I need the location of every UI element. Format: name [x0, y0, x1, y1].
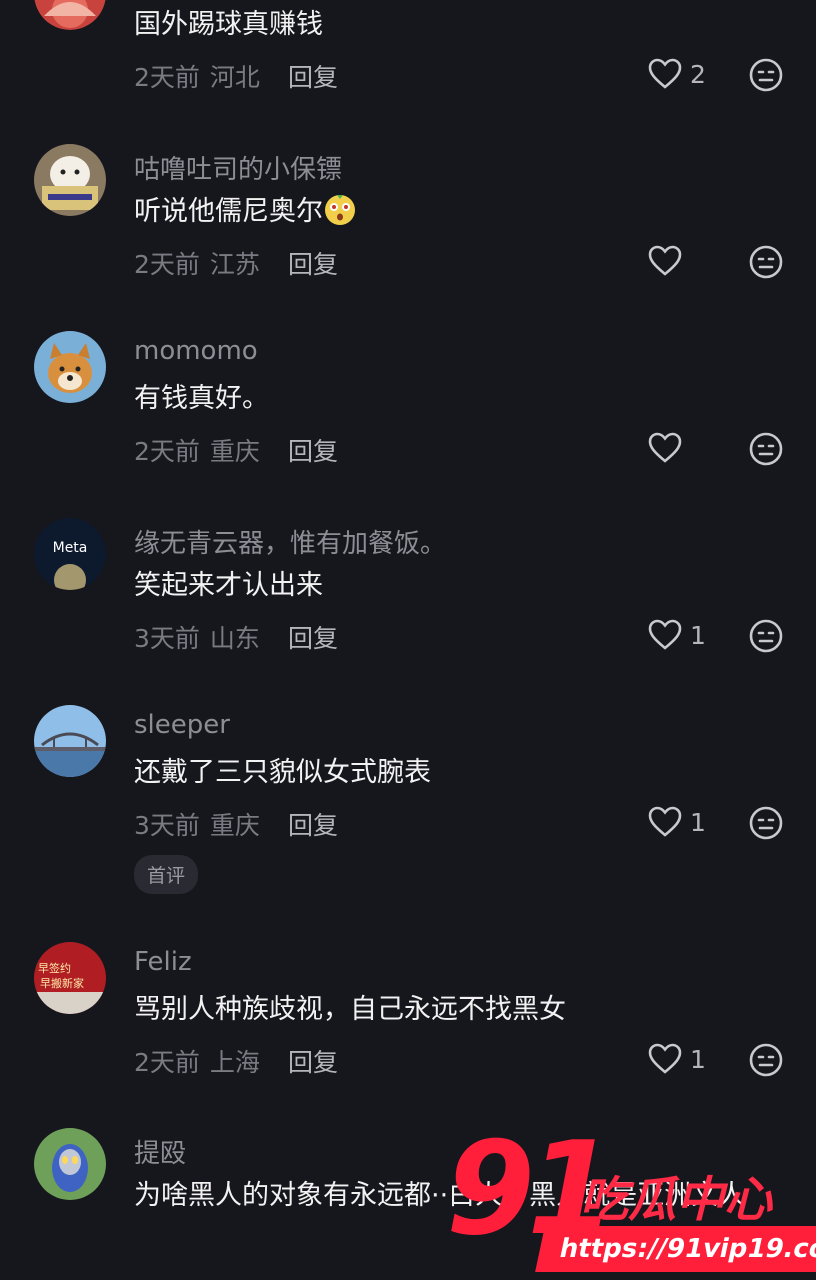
reply-button[interactable]: 回复 [288, 58, 338, 94]
meh-face-icon [749, 245, 783, 279]
like-button[interactable] [648, 245, 690, 277]
dislike-button[interactable] [748, 57, 784, 93]
comment-time: 3天前 [134, 811, 200, 840]
like-button[interactable]: 1 [648, 806, 706, 838]
comment-location: 重庆 [209, 811, 260, 840]
comment-location: 上海 [209, 1048, 260, 1077]
comment-meta: 2天前 重庆 [134, 432, 260, 468]
comment-location: 河北 [209, 63, 260, 92]
like-button[interactable]: 1 [648, 619, 706, 651]
comment-location: 重庆 [209, 437, 260, 466]
meh-face-icon [749, 432, 783, 466]
reply-button[interactable]: 回复 [288, 619, 338, 655]
avatar-label: Meta [53, 540, 88, 556]
comment-text-content: 听说他儒尼奥尔 [134, 196, 323, 227]
username[interactable]: Feliz [134, 947, 192, 977]
heart-icon [648, 619, 682, 650]
avatar[interactable] [34, 705, 106, 777]
like-button[interactable]: 1 [648, 1043, 706, 1075]
username[interactable]: momomo [134, 336, 258, 366]
comment-meta: 2天前 上海 [134, 1043, 260, 1079]
heart-icon [648, 58, 682, 89]
dislike-button[interactable] [748, 431, 784, 467]
like-count: 2 [690, 59, 706, 89]
watermark-url: https://91vip19.com [535, 1226, 816, 1272]
dislike-button[interactable] [748, 244, 784, 280]
like-count: 1 [690, 1044, 706, 1074]
username[interactable]: 提殴 [134, 1133, 186, 1170]
avatar-label: 早搬新家 [40, 976, 84, 990]
reply-button[interactable]: 回复 [288, 1043, 338, 1079]
comment-time: 2天前 [134, 1048, 200, 1077]
heart-icon [648, 432, 682, 463]
comment-meta: 3天前 山东 [134, 619, 260, 655]
comment-text: 笑起来才认出来 [134, 570, 323, 601]
reply-button[interactable]: 回复 [288, 432, 338, 468]
comment-meta: 2天前 江苏 [134, 245, 260, 281]
reply-button[interactable]: 回复 [288, 806, 338, 842]
comment-text: 听说他儒尼奥尔 [134, 188, 357, 236]
comment-text: 骂别人种族歧视，自己永远不找黑女 [134, 994, 566, 1025]
comment-location: 江苏 [209, 250, 260, 279]
username[interactable]: 缘无青云器，惟有加餐饭。 [134, 523, 446, 560]
heart-icon [648, 245, 682, 276]
comment-text: 有钱真好。 [134, 383, 269, 414]
comment-text: 还戴了三只貌似女式腕表 [134, 757, 431, 788]
heart-icon [648, 806, 682, 837]
like-button[interactable] [648, 432, 690, 464]
like-count: 1 [690, 807, 706, 837]
dislike-button[interactable] [748, 618, 784, 654]
like-count: 1 [690, 620, 706, 650]
dislike-button[interactable] [748, 1042, 784, 1078]
reply-button[interactable]: 回复 [288, 245, 338, 281]
avatar[interactable] [34, 144, 106, 216]
comment-meta: 2天前 河北 [134, 58, 260, 94]
avatar[interactable]: 早签约 早搬新家 [34, 942, 106, 1014]
surprised-face-emoji [325, 195, 355, 225]
comment-location: 山东 [209, 624, 260, 653]
username[interactable]: sleeper [134, 710, 230, 740]
avatar[interactable] [34, 1128, 106, 1200]
avatar[interactable] [34, 0, 106, 30]
meh-face-icon [749, 1043, 783, 1077]
comment-text: 国外踢球真赚钱 [134, 9, 323, 40]
comment-time: 2天前 [134, 63, 200, 92]
avatar[interactable] [34, 331, 106, 403]
comment-meta: 3天前 重庆 [134, 806, 260, 842]
first-comment-badge: 首评 [134, 855, 199, 894]
comment-time: 2天前 [134, 250, 200, 279]
avatar-label: 早签约 [38, 961, 71, 975]
meh-face-icon [749, 58, 783, 92]
like-button[interactable]: 2 [648, 58, 706, 90]
username[interactable]: 咕噜吐司的小保镖 [134, 149, 342, 186]
comment-time: 3天前 [134, 624, 200, 653]
site-watermark: 91 吃瓜中心 https://91vip19.com [440, 1120, 816, 1280]
avatar[interactable]: Meta [34, 518, 106, 590]
heart-icon [648, 1043, 682, 1074]
meh-face-icon [749, 619, 783, 653]
meh-face-icon [749, 806, 783, 840]
dislike-button[interactable] [748, 805, 784, 841]
watermark-brand: 吃瓜中心 [580, 1172, 773, 1228]
comment-time: 2天前 [134, 437, 200, 466]
